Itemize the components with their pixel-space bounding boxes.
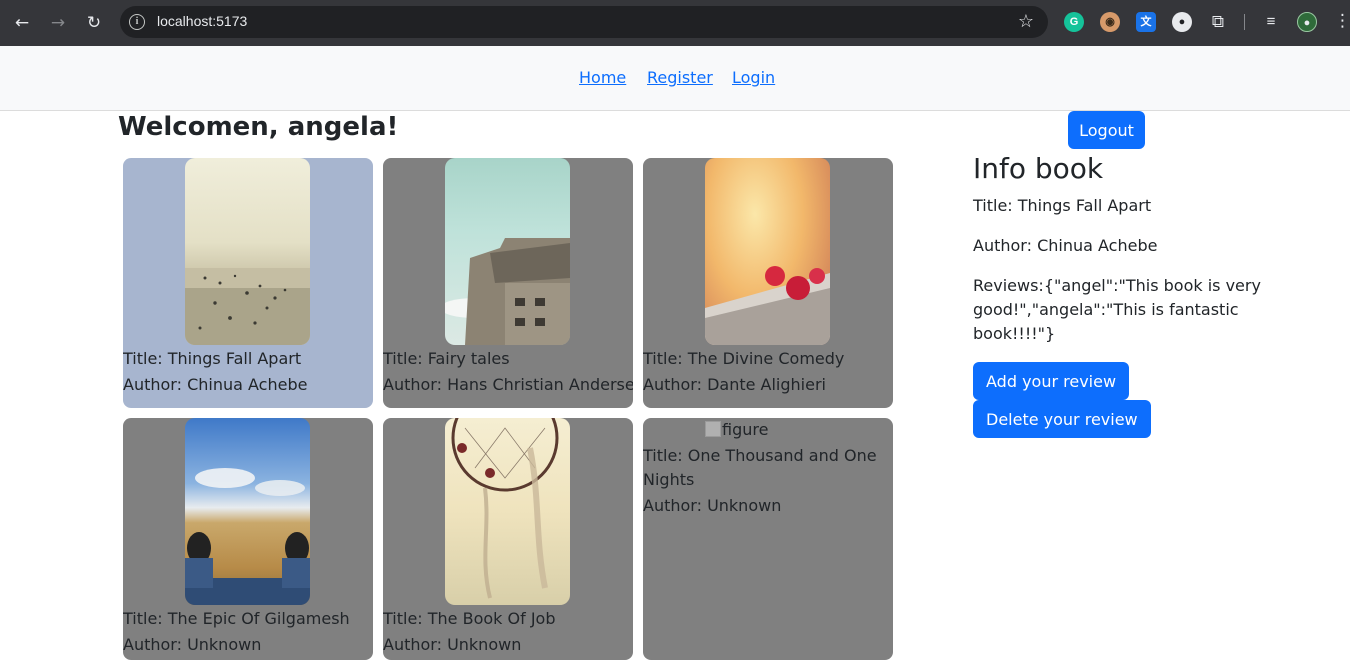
book-title: Title: The Epic Of Gilgamesh <box>123 609 350 628</box>
book-cover-image <box>445 418 570 605</box>
info-book-author: Author: Chinua Achebe <box>973 236 1158 255</box>
book-cover-image <box>705 158 830 345</box>
broken-image-icon <box>705 421 721 437</box>
nav-home-link[interactable]: Home <box>579 68 626 87</box>
logout-button[interactable]: Logout <box>1068 111 1145 149</box>
book-cover-image <box>185 418 310 605</box>
book-card[interactable]: Title: The Epic Of Gilgamesh Author: Unk… <box>123 418 373 660</box>
nav-register-link[interactable]: Register <box>647 68 713 87</box>
grammarly-icon[interactable]: G <box>1064 12 1084 32</box>
book-card[interactable]: Title: The Book Of Job Author: Unknown <box>383 418 633 660</box>
image-alt-text: figure <box>722 420 769 439</box>
address-bar[interactable]: i localhost:5173 ☆ <box>120 6 1048 38</box>
ghost-icon[interactable]: ● <box>1172 12 1192 32</box>
site-info-icon[interactable]: i <box>129 14 145 30</box>
book-author: Author: Unknown <box>383 635 522 654</box>
puzzle-icon[interactable]: ⧉ <box>1208 12 1228 32</box>
info-book-heading: Info book <box>973 152 1104 185</box>
book-title: Title: The Divine Comedy <box>643 349 845 368</box>
book-cover-image <box>445 158 570 345</box>
app-navbar: Home Register Login <box>0 46 1350 111</box>
book-title: Title: Fairy tales <box>383 349 510 368</box>
book-card[interactable]: Title: The Divine Comedy Author: Dante A… <box>643 158 893 408</box>
book-card[interactable]: figure Title: One Thousand and One Night… <box>643 418 893 660</box>
bookmark-star-icon[interactable]: ☆ <box>1018 11 1034 32</box>
book-card[interactable]: Title: Fairy tales Author: Hans Christia… <box>383 158 633 408</box>
kebab-menu-icon[interactable]: ⋮ <box>1334 11 1350 31</box>
profile-avatar[interactable]: ● <box>1297 12 1317 32</box>
delete-review-button[interactable]: Delete your review <box>973 400 1151 438</box>
book-title: Title: One Thousand and One Nights <box>643 446 877 489</box>
book-title: Title: Things Fall Apart <box>123 349 302 368</box>
translate-icon[interactable]: 文 <box>1136 12 1156 32</box>
info-book-reviews: Reviews:{"angel":"This book is very good… <box>973 276 1261 343</box>
book-author: Author: Chinua Achebe <box>123 375 308 394</box>
book-card[interactable]: Title: Things Fall Apart Author: Chinua … <box>123 158 373 408</box>
book-author: Author: Hans Christian Andersen <box>383 375 633 394</box>
broken-image-alt: figure <box>705 418 768 442</box>
owl-icon[interactable]: ◉ <box>1100 12 1120 32</box>
add-review-button[interactable]: Add your review <box>973 362 1130 400</box>
book-author: Author: Unknown <box>123 635 262 654</box>
media-icon[interactable]: ≡ <box>1261 12 1281 32</box>
nav-login-link[interactable]: Login <box>732 68 775 87</box>
book-author: Author: Dante Alighieri <box>643 375 826 394</box>
book-title: Title: The Book Of Job <box>383 609 556 628</box>
info-book-title: Title: Things Fall Apart <box>973 196 1152 215</box>
reload-icon[interactable]: ↻ <box>82 11 106 35</box>
book-author: Author: Unknown <box>643 496 782 515</box>
back-icon[interactable]: ← <box>10 11 34 35</box>
welcome-heading: Welcomen, angela! <box>118 112 399 142</box>
book-cover-image <box>185 158 310 345</box>
toolbar-divider <box>1244 14 1245 30</box>
url-text[interactable]: localhost:5173 <box>157 13 247 29</box>
forward-icon[interactable]: → <box>46 11 70 35</box>
browser-toolbar: ← → ↻ i localhost:5173 ☆ G ◉ 文 ● ⧉ ≡ ● ⋮ <box>0 0 1350 46</box>
